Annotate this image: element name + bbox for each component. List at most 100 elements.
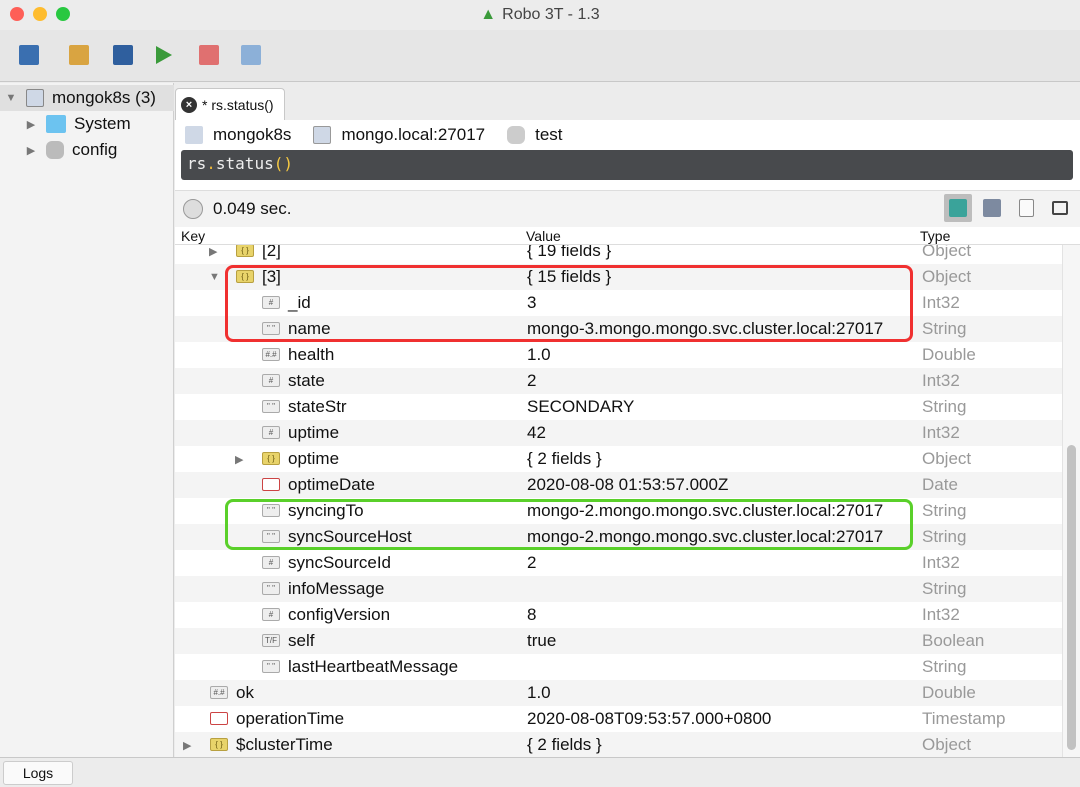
table-row[interactable]: #.# health 1.0 Double bbox=[175, 342, 1062, 368]
chevron-down-icon[interactable]: ▼ bbox=[209, 271, 220, 283]
cell-value: 2020-08-08 01:53:57.000Z bbox=[527, 475, 729, 494]
connection-name: mongok8s bbox=[213, 125, 292, 144]
cell-key: syncingTo bbox=[288, 501, 364, 520]
chevron-right-icon[interactable]: ▶ bbox=[235, 453, 243, 466]
table-row[interactable]: ▶ { } [2] { 19 fields } Object bbox=[175, 245, 1062, 264]
text-view-button[interactable] bbox=[1012, 194, 1040, 222]
sidebar-item-config[interactable]: ▶ config bbox=[0, 137, 174, 163]
boolean-type-icon: T/F bbox=[262, 634, 280, 647]
string-type-icon: " " bbox=[262, 400, 280, 413]
cell-type: Object bbox=[922, 735, 972, 754]
table-row[interactable]: # syncSourceId 2 Int32 bbox=[175, 550, 1062, 576]
table-row[interactable]: ▶ { } optime { 2 fields } Object bbox=[175, 446, 1062, 472]
logs-button[interactable]: Logs bbox=[3, 761, 73, 785]
minimize-window-button[interactable] bbox=[33, 7, 47, 21]
result-tree: ▶ { } [2] { 19 fields } Object ▼ { } [3] { 15 fi… bbox=[175, 245, 1062, 757]
chevron-right-icon[interactable]: ▶ bbox=[24, 118, 38, 131]
table-view-button[interactable] bbox=[978, 194, 1006, 222]
column-header-type[interactable]: Type bbox=[920, 228, 950, 244]
cell-type: Boolean bbox=[922, 631, 985, 650]
scrollbar-thumb[interactable] bbox=[1067, 445, 1076, 750]
close-tab-icon[interactable]: × bbox=[181, 96, 197, 113]
chevron-right-icon[interactable]: ▶ bbox=[209, 245, 217, 258]
save-button[interactable] bbox=[110, 42, 136, 68]
date-type-icon bbox=[262, 478, 280, 491]
cell-type: Object bbox=[922, 245, 972, 260]
stop-button[interactable] bbox=[196, 42, 222, 68]
table-row[interactable]: " " name mongo-3.mongo.mongo.svc.cluster.l… bbox=[175, 316, 1062, 342]
cell-value: mongo-2.mongo.mongo.svc.cluster.local:27… bbox=[527, 527, 884, 546]
maximize-window-button[interactable] bbox=[56, 7, 70, 21]
sidebar-item-system[interactable]: ▶ System bbox=[0, 111, 174, 137]
table-row[interactable]: T/F self true Boolean bbox=[175, 628, 1062, 654]
connect-button[interactable] bbox=[16, 42, 42, 68]
cell-type: Object bbox=[922, 267, 972, 286]
cell-type: String bbox=[922, 397, 967, 416]
vertical-scrollbar[interactable] bbox=[1062, 245, 1080, 757]
title-bar: ▲ Robo 3T - 1.3 bbox=[0, 0, 1080, 30]
chevron-right-icon[interactable]: ▶ bbox=[183, 739, 191, 752]
cell-type: Double bbox=[922, 683, 976, 702]
cell-value: { 15 fields } bbox=[527, 267, 612, 286]
column-header-value[interactable]: Value bbox=[526, 228, 561, 244]
cell-key: $clusterTime bbox=[236, 735, 333, 754]
table-row[interactable]: #.# ok 1.0 Double bbox=[175, 680, 1062, 706]
chevron-down-icon[interactable]: ▼ bbox=[4, 92, 18, 104]
run-button[interactable] bbox=[152, 42, 178, 68]
table-row[interactable]: " " infoMessage String bbox=[175, 576, 1062, 602]
table-row[interactable]: " " syncSourceHost mongo-2.mongo.mongo.svc… bbox=[175, 524, 1062, 550]
table-row[interactable]: # _id 3 Int32 bbox=[175, 290, 1062, 316]
table-view-icon bbox=[983, 199, 1001, 217]
object-type-icon: { } bbox=[236, 245, 254, 257]
double-type-icon: #.# bbox=[210, 686, 228, 699]
table-row[interactable]: # state 2 Int32 bbox=[175, 368, 1062, 394]
cell-value: 1.0 bbox=[527, 683, 551, 702]
cell-value: 2 bbox=[527, 553, 537, 572]
cell-type: String bbox=[922, 319, 967, 338]
sidebar-item-label: mongok8s (3) bbox=[52, 88, 156, 107]
cell-type: Int32 bbox=[922, 423, 960, 442]
sidebar: ▼ mongok8s (3) ▶ System ▶ config bbox=[0, 83, 174, 757]
table-row[interactable]: " " syncingTo mongo-2.mongo.mongo.svc.clus… bbox=[175, 498, 1062, 524]
maximize-result-button[interactable] bbox=[1046, 194, 1074, 222]
cell-key: name bbox=[288, 319, 331, 338]
table-row[interactable]: operationTime 2020-08-08T09:53:57.000+080… bbox=[175, 706, 1062, 732]
table-row[interactable]: optimeDate 2020-08-08 01:53:57.000Z Date bbox=[175, 472, 1062, 498]
stop-icon bbox=[199, 45, 219, 65]
close-window-button[interactable] bbox=[10, 7, 24, 21]
table-row[interactable]: # configVersion 8 Int32 bbox=[175, 602, 1062, 628]
cell-value: { 2 fields } bbox=[527, 735, 602, 754]
refresh-button[interactable] bbox=[238, 42, 264, 68]
open-folder-button[interactable] bbox=[66, 42, 92, 68]
tab-label: * rs.status() bbox=[202, 96, 274, 113]
cell-type: String bbox=[922, 527, 967, 546]
server-icon bbox=[185, 126, 203, 144]
code-token: status bbox=[215, 154, 274, 173]
string-type-icon: " " bbox=[262, 322, 280, 335]
object-type-icon: { } bbox=[236, 270, 254, 283]
sidebar-item-server[interactable]: ▼ mongok8s (3) bbox=[0, 85, 174, 111]
cell-key: [3] bbox=[262, 267, 281, 286]
table-row[interactable]: " " stateStr SECONDARY String bbox=[175, 394, 1062, 420]
cell-key: optimeDate bbox=[288, 475, 375, 494]
cell-key: syncSourceId bbox=[288, 553, 391, 572]
table-row[interactable]: ▶ { } $clusterTime { 2 fields } Object bbox=[175, 732, 1062, 757]
query-editor[interactable]: rs.status() bbox=[181, 150, 1073, 180]
cell-key: _id bbox=[288, 293, 311, 312]
cell-key: stateStr bbox=[288, 397, 347, 416]
tree-view-button[interactable] bbox=[944, 194, 972, 222]
table-row[interactable]: ▼ { } [3] { 15 fields } Object bbox=[175, 264, 1062, 290]
cell-key: ok bbox=[236, 683, 254, 702]
column-header-key[interactable]: Key bbox=[181, 228, 205, 244]
sidebar-item-label: config bbox=[72, 140, 118, 159]
table-row[interactable]: # uptime 42 Int32 bbox=[175, 420, 1062, 446]
int-type-icon: # bbox=[262, 608, 280, 621]
cell-value: mongo-3.mongo.mongo.svc.cluster.local:27… bbox=[527, 319, 884, 338]
open-folder-icon bbox=[69, 45, 89, 65]
chevron-right-icon[interactable]: ▶ bbox=[24, 144, 38, 157]
database-icon bbox=[46, 141, 64, 159]
table-row[interactable]: " " lastHeartbeatMessage String bbox=[175, 654, 1062, 680]
tab-rs-status[interactable]: × * rs.status() bbox=[175, 88, 285, 120]
cell-value: 2020-08-08T09:53:57.000+0800 bbox=[527, 709, 772, 728]
connect-icon bbox=[19, 45, 39, 65]
